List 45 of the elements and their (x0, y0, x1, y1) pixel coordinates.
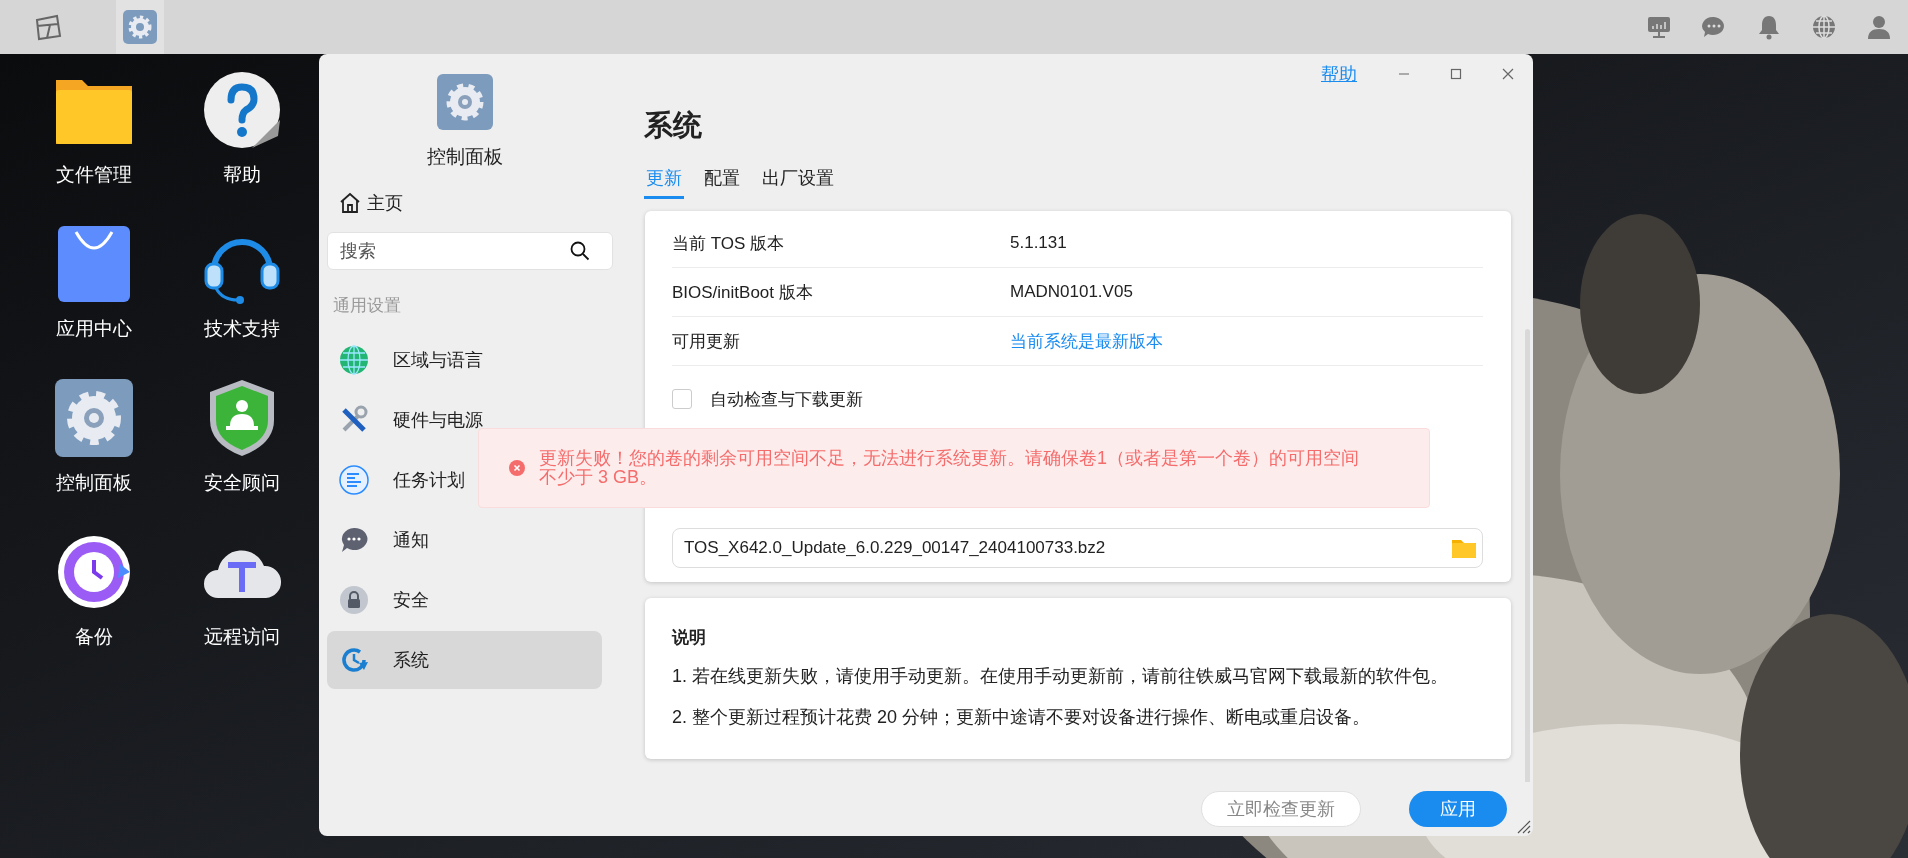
maximize-icon[interactable] (1449, 67, 1463, 81)
error-icon (509, 460, 525, 476)
list-icon (339, 465, 369, 495)
globe-icon (339, 345, 369, 375)
file-field[interactable]: TOS_X642.0_Update_6.0.229_00147_2404100733.bz2 (672, 528, 1483, 568)
window-icon (33, 12, 63, 42)
gear-icon (123, 10, 157, 44)
info-value: 5.1.131 (1010, 233, 1067, 253)
info-label: 当前 TOS 版本 (672, 232, 786, 255)
status-link[interactable]: 当前系统是最新版本 (1010, 329, 1163, 353)
gear-icon (436, 74, 493, 130)
taskbar-app[interactable] (116, 0, 164, 54)
home-icon (339, 192, 361, 214)
resize-grip-icon[interactable] (1515, 818, 1531, 834)
sidebar-item[interactable]: 安全 (327, 571, 602, 629)
info-label: 可用更新 (672, 330, 741, 353)
check-update-button[interactable]: 立即检查更新 (1201, 791, 1361, 827)
chat-icon[interactable] (1701, 14, 1727, 40)
globe-icon[interactable] (1811, 14, 1837, 40)
section-label: 通用设置 (332, 295, 402, 317)
notes-title: 说明 (672, 627, 707, 649)
home-link[interactable]: 主页 (327, 188, 602, 218)
sidebar-item[interactable]: 通知 (327, 511, 602, 569)
app-title: 控制面板 (425, 145, 504, 169)
chat-icon (339, 525, 369, 555)
error-toast: 更新失败！您的卷的剩余可用空间不足，无法进行系统更新。请确保卷1（或者是第一个卷）的可用空间不少于 3 GB。 (478, 428, 1430, 508)
note-text: 1. 若在线更新失败，请使用手动更新。在使用手动更新前，请前往铁威马官网下载最新的软件包。 (672, 665, 1449, 688)
search-icon[interactable] (570, 241, 590, 261)
monitor-chart-icon[interactable] (1646, 14, 1672, 40)
sidebar-item[interactable]: 系统 (327, 631, 602, 689)
page-title: 系统 (643, 108, 703, 143)
sidebar-item[interactable]: 区域与语言 (327, 331, 602, 389)
info-value: MADN0101.V05 (1010, 282, 1133, 302)
close-icon[interactable] (1501, 67, 1515, 81)
note-text: 2. 整个更新过程预计花费 20 分钟；更新中途请不要对设备进行操作、断电或重启设备。 (672, 706, 1372, 729)
user-icon[interactable] (1866, 14, 1892, 40)
bell-icon[interactable] (1756, 14, 1782, 40)
tab[interactable]: 出厂设置 (760, 166, 836, 199)
checkbox[interactable] (672, 389, 692, 409)
info-label: BIOS/initBoot 版本 (672, 281, 814, 304)
tab[interactable]: 配置 (702, 166, 742, 199)
clock-icon (339, 645, 369, 675)
folder-icon[interactable] (1452, 538, 1476, 558)
lock-icon (339, 585, 369, 615)
search-field[interactable]: 搜索 (327, 232, 613, 270)
